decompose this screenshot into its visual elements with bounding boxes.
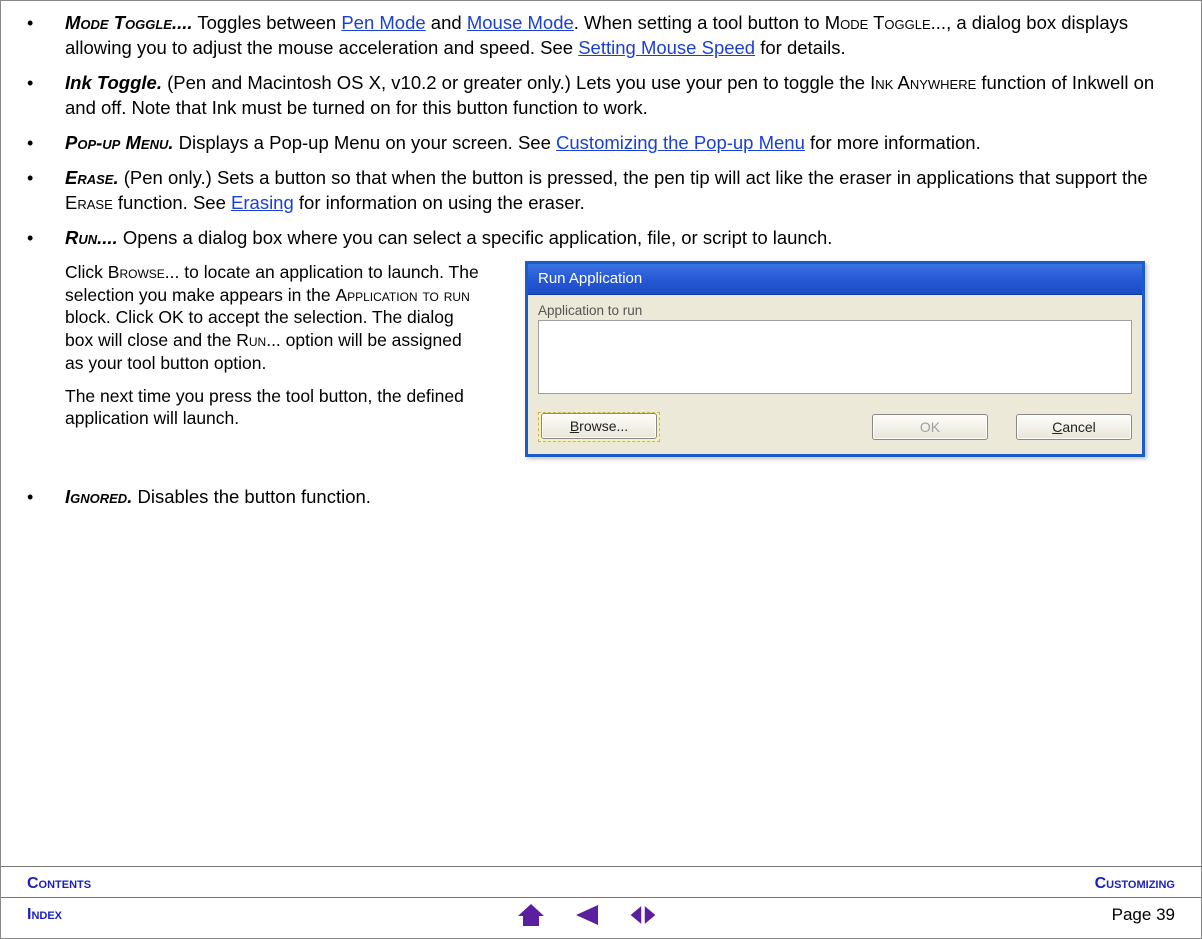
smallcaps: Mode Toggle bbox=[825, 12, 931, 33]
term-mode-toggle: Mode Toggle.... bbox=[65, 12, 193, 33]
smallcaps: Browse bbox=[108, 262, 165, 282]
footer-row-1: Contents Customizing bbox=[1, 867, 1201, 897]
browse-highlight: Browse... bbox=[538, 412, 660, 442]
text: and bbox=[426, 12, 467, 33]
dialog-body: Application to run bbox=[528, 295, 1142, 398]
smallcaps: Run bbox=[236, 330, 266, 350]
run-text-column: Click Browse... to locate an application… bbox=[65, 261, 485, 457]
dialog-wrap: Run Application Application to run Brows… bbox=[525, 261, 1153, 457]
text: Disables the button function. bbox=[132, 486, 371, 507]
text: (Pen and Macintosh OS X, v10.2 or greate… bbox=[162, 72, 870, 93]
cancel-access-key: C bbox=[1052, 419, 1062, 435]
bullet-ignored: Ignored. Disables the button function. bbox=[27, 485, 1175, 510]
smallcaps: Application to run bbox=[335, 285, 469, 305]
cancel-rest: ancel bbox=[1062, 419, 1095, 435]
text: Displays a Pop-up Menu on your screen. S… bbox=[173, 132, 556, 153]
run-para-1: Click Browse... to locate an application… bbox=[65, 261, 485, 375]
term-ink-toggle: Ink Toggle. bbox=[65, 72, 162, 93]
text: for more information. bbox=[805, 132, 981, 153]
term-ignored: Ignored. bbox=[65, 486, 132, 507]
text: for details. bbox=[755, 37, 846, 58]
bullet-ink-toggle: Ink Toggle. (Pen and Macintosh OS X, v10… bbox=[27, 71, 1175, 121]
page-label: Page bbox=[1112, 905, 1156, 924]
footer: Contents Customizing Index Page 39 bbox=[1, 866, 1201, 938]
browse-button[interactable]: Browse... bbox=[541, 413, 657, 439]
footer-row-2: Index Page 39 bbox=[1, 897, 1201, 938]
page-split-icon[interactable] bbox=[628, 902, 658, 928]
run-detail-block: Click Browse... to locate an application… bbox=[27, 261, 1175, 457]
bullet-run: Run.... Opens a dialog box where you can… bbox=[27, 226, 1175, 251]
browse-rest: rowse... bbox=[579, 418, 628, 434]
bullet-list: Mode Toggle.... Toggles between Pen Mode… bbox=[27, 11, 1175, 251]
text: (Pen only.) Sets a button so that when t… bbox=[119, 167, 1148, 188]
dialog-field-label: Application to run bbox=[538, 303, 1132, 318]
browse-access-key: B bbox=[570, 418, 579, 434]
page-number: 39 bbox=[1156, 905, 1175, 924]
cancel-button[interactable]: Cancel bbox=[1016, 414, 1132, 440]
smallcaps: Ink Anywhere bbox=[870, 72, 976, 93]
text: for information on using the eraser. bbox=[294, 192, 585, 213]
bullet-mode-toggle: Mode Toggle.... Toggles between Pen Mode… bbox=[27, 11, 1175, 61]
link-customizing-popup[interactable]: Customizing the Pop-up Menu bbox=[556, 132, 805, 153]
link-erasing[interactable]: Erasing bbox=[231, 192, 294, 213]
dialog-button-row: Browse... OK Cancel bbox=[528, 398, 1142, 454]
contents-link[interactable]: Contents bbox=[27, 875, 91, 893]
nav-icon-group bbox=[516, 902, 658, 928]
dialog-titlebar: Run Application bbox=[528, 264, 1142, 295]
text: Click bbox=[65, 262, 108, 282]
text: Opens a dialog box where you can select … bbox=[118, 227, 833, 248]
ok-button[interactable]: OK bbox=[872, 414, 988, 440]
prev-page-icon[interactable] bbox=[572, 902, 602, 928]
bullet-erase: Erase. (Pen only.) Sets a button so that… bbox=[27, 166, 1175, 216]
index-link[interactable]: Index bbox=[27, 906, 62, 924]
text: Toggles between bbox=[193, 12, 342, 33]
bullet-popup-menu: Pop-up Menu. Displays a Pop-up Menu on y… bbox=[27, 131, 1175, 156]
application-to-run-input[interactable] bbox=[538, 320, 1132, 394]
dialog-right-buttons: OK Cancel bbox=[872, 414, 1132, 440]
content-area: Mode Toggle.... Toggles between Pen Mode… bbox=[27, 11, 1175, 861]
link-pen-mode[interactable]: Pen Mode bbox=[341, 12, 425, 33]
bullet-list-2: Ignored. Disables the button function. bbox=[27, 485, 1175, 510]
customizing-link[interactable]: Customizing bbox=[1095, 875, 1175, 893]
term-run: Run.... bbox=[65, 227, 118, 248]
run-application-dialog: Run Application Application to run Brows… bbox=[525, 261, 1145, 457]
link-setting-mouse-speed[interactable]: Setting Mouse Speed bbox=[578, 37, 755, 58]
text: function. See bbox=[113, 192, 231, 213]
link-mouse-mode[interactable]: Mouse Mode bbox=[467, 12, 574, 33]
smallcaps: Erase bbox=[65, 192, 113, 213]
page: Mode Toggle.... Toggles between Pen Mode… bbox=[0, 0, 1202, 939]
run-para-2: The next time you press the tool button,… bbox=[65, 385, 485, 431]
page-indicator: Page 39 bbox=[1112, 905, 1175, 925]
term-erase: Erase. bbox=[65, 167, 119, 188]
term-popup-menu: Pop-up Menu. bbox=[65, 132, 173, 153]
text: . When setting a tool button to bbox=[574, 12, 825, 33]
home-icon[interactable] bbox=[516, 902, 546, 928]
